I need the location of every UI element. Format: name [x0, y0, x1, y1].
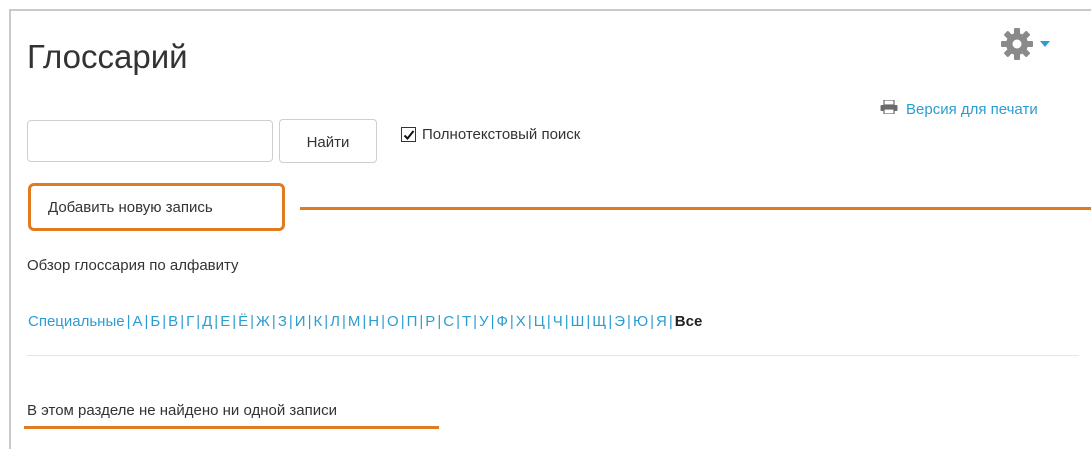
search-input[interactable] — [27, 120, 273, 162]
alphabet-separator: | — [650, 313, 655, 330]
caret-down-icon — [1040, 41, 1050, 47]
alphabet-separator: | — [288, 313, 293, 330]
alphabet-link-all: Все — [674, 313, 703, 330]
alphabet-link[interactable]: К — [313, 313, 322, 330]
browse-alphabet-label: Обзор глоссария по алфавиту — [27, 257, 239, 274]
alphabet-link[interactable]: Ц — [534, 313, 545, 330]
alphabet-link[interactable]: Ч — [553, 313, 563, 330]
alphabet-link[interactable]: Ш — [571, 313, 585, 330]
empty-results-message: В этом разделе не найдено ни одной запис… — [27, 402, 337, 419]
check-icon — [403, 129, 414, 140]
fulltext-label: Полнотекстовый поиск — [422, 126, 581, 143]
alphabet-link[interactable]: Ё — [238, 313, 248, 330]
alphabet-separator: | — [250, 313, 255, 330]
alphabet-link[interactable]: З — [278, 313, 287, 330]
alphabet-link[interactable]: Л — [330, 313, 340, 330]
alphabet-link[interactable]: И — [295, 313, 306, 330]
alphabet-link[interactable]: С — [443, 313, 454, 330]
alphabet-link[interactable]: Х — [516, 313, 526, 330]
alphabet-separator: | — [509, 313, 514, 330]
alphabet-separator: | — [196, 313, 201, 330]
alphabet-separator: | — [400, 313, 405, 330]
alphabet-separator: | — [162, 313, 167, 330]
alphabet-link[interactable]: Н — [368, 313, 379, 330]
gear-icon — [1000, 27, 1034, 61]
alphabet-link[interactable]: А — [133, 313, 143, 330]
print-version-link[interactable]: Версия для печати — [880, 99, 1038, 118]
alphabet-separator: | — [564, 313, 569, 330]
alphabet-link[interactable]: Щ — [592, 313, 606, 330]
alphabet-link[interactable]: Б — [150, 313, 160, 330]
alphabet-link[interactable]: М — [348, 313, 361, 330]
alphabet-link[interactable]: О — [387, 313, 399, 330]
alphabet-link[interactable]: Я — [656, 313, 667, 330]
alphabet-link[interactable]: У — [479, 313, 489, 330]
alphabet-separator: | — [473, 313, 478, 330]
alphabet-separator: | — [627, 313, 631, 330]
alphabet-separator: | — [456, 313, 460, 330]
search-button[interactable]: Найти — [279, 119, 377, 163]
print-version-label: Версия для печати — [906, 100, 1038, 118]
settings-menu[interactable] — [1000, 27, 1058, 61]
alphabet-separator: | — [527, 313, 532, 330]
alphabet-separator: | — [126, 313, 131, 330]
alphabet-link[interactable]: П — [407, 313, 418, 330]
fulltext-checkbox[interactable] — [401, 127, 416, 142]
alphabet-separator: | — [180, 313, 185, 330]
alphabet-link[interactable]: В — [168, 313, 178, 330]
alphabet-link[interactable]: Ф — [496, 313, 507, 330]
alphabet-link[interactable]: Р — [425, 313, 435, 330]
alphabet-separator: | — [271, 313, 276, 330]
fulltext-search-option[interactable]: Полнотекстовый поиск — [401, 126, 580, 143]
alphabet-link[interactable]: Т — [462, 313, 471, 330]
alphabet-separator: | — [324, 313, 329, 330]
alphabet-link[interactable]: Э — [614, 313, 625, 330]
divider — [27, 355, 1079, 356]
alphabet-link[interactable]: Ю — [633, 313, 648, 330]
alphabet-link[interactable]: Г — [186, 313, 194, 330]
alphabet-separator: | — [232, 313, 237, 330]
page-title: Глоссарий — [27, 38, 188, 75]
highlight-line — [300, 207, 1091, 210]
alphabet-link[interactable]: Ж — [256, 313, 270, 330]
alphabet-link[interactable]: Д — [202, 313, 212, 330]
alphabet-separator: | — [546, 313, 551, 330]
alphabet-link[interactable]: Е — [220, 313, 230, 330]
alphabet-link-special[interactable]: Специальные — [28, 313, 125, 330]
highlight-underline — [24, 426, 439, 429]
alphabet-separator: | — [381, 313, 386, 330]
printer-icon — [880, 99, 898, 118]
alphabet-index: Специальные | А | Б | В | Г | Д | Е | Ё | Ж | З | И | К | Л | М | Н |… — [28, 313, 702, 330]
alphabet-separator: | — [341, 313, 346, 330]
alphabet-separator: | — [668, 313, 673, 330]
add-entry-button[interactable]: Добавить новую запись — [28, 183, 285, 231]
